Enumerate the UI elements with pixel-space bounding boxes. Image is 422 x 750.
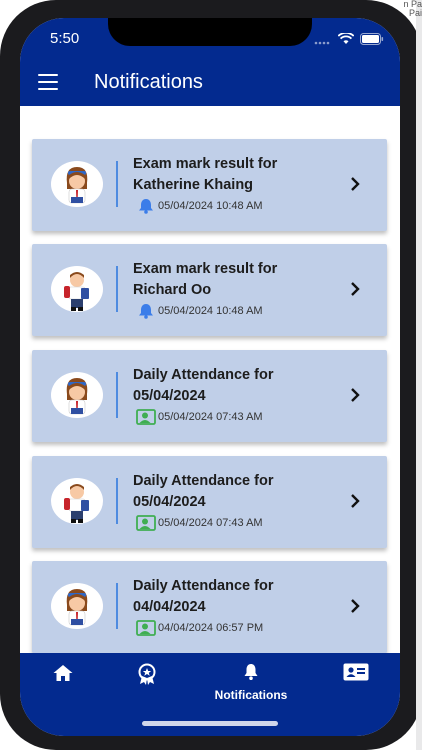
notification-title: Daily Attendance for 04/04/2024 — [133, 578, 274, 615]
notification-card[interactable]: Exam mark result for Richard Oo 05/04/20… — [32, 244, 387, 336]
contact-card-icon — [343, 663, 369, 685]
status-icons — [314, 32, 384, 50]
notification-card[interactable]: Daily Attendance for 05/04/2024 05/04/20… — [32, 350, 387, 442]
attendance-icon — [136, 409, 156, 425]
notification-card[interactable]: Daily Attendance for 04/04/2024 04/04/20… — [32, 561, 387, 653]
status-time: 5:50 — [50, 30, 80, 47]
nav-awards[interactable] — [134, 663, 160, 703]
notification-meta: 05/04/2024 10:48 AM — [136, 303, 263, 319]
boy-avatar — [51, 266, 103, 312]
card-divider — [116, 372, 118, 418]
chevron-right-icon[interactable] — [349, 492, 361, 510]
card-divider — [116, 161, 118, 207]
chevron-right-icon[interactable] — [349, 175, 361, 193]
nav-home[interactable] — [50, 663, 76, 703]
award-icon — [136, 663, 158, 689]
notch — [108, 18, 312, 46]
battery-icon — [360, 32, 384, 50]
notification-title: Daily Attendance for 05/04/2024 — [133, 473, 274, 510]
card-divider — [116, 266, 118, 312]
background-edge — [416, 0, 422, 750]
menu-button[interactable] — [38, 74, 58, 90]
notification-title: Exam mark result for Katherine Khaing — [133, 156, 278, 193]
wifi-icon — [337, 32, 355, 50]
notification-title: Daily Attendance for 05/04/2024 — [133, 367, 274, 404]
chevron-right-icon[interactable] — [349, 386, 361, 404]
notification-meta: 05/04/2024 07:43 AM — [136, 515, 263, 531]
card-divider — [116, 583, 118, 629]
app-bar: Notifications — [20, 60, 400, 106]
girl-avatar — [51, 583, 103, 629]
attendance-icon — [136, 620, 156, 636]
home-icon — [52, 665, 74, 687]
nav-notifications[interactable]: Notifications — [203, 663, 299, 703]
notification-meta: 05/04/2024 07:43 AM — [136, 409, 263, 425]
notification-datetime: 05/04/2024 10:48 AM — [158, 305, 263, 317]
notification-meta: 05/04/2024 10:48 AM — [136, 198, 263, 214]
girl-avatar — [51, 372, 103, 418]
bell-icon — [242, 664, 260, 685]
notification-datetime: 05/04/2024 07:43 AM — [158, 517, 263, 529]
signal-icon — [314, 32, 332, 50]
notification-meta: 04/04/2024 06:57 PM — [136, 620, 263, 636]
status-bar: 5:50 — [20, 18, 400, 60]
boy-avatar — [51, 478, 103, 524]
home-indicator[interactable] — [142, 721, 278, 726]
bell-icon — [136, 198, 156, 214]
notification-title: Exam mark result for Richard Oo — [133, 261, 278, 298]
phone-screen: 5:50 Notifications Exam mark result for … — [20, 18, 400, 736]
bell-icon — [136, 303, 156, 319]
nav-notifications-label: Notifications — [214, 688, 288, 702]
notification-datetime: 04/04/2024 06:57 PM — [158, 622, 264, 634]
page-title: Notifications — [94, 71, 203, 93]
girl-avatar — [51, 161, 103, 207]
card-divider — [116, 478, 118, 524]
chevron-right-icon[interactable] — [349, 597, 361, 615]
notification-datetime: 05/04/2024 10:48 AM — [158, 200, 263, 212]
nav-profile[interactable] — [342, 663, 370, 703]
bottom-navigation: Notifications — [20, 653, 400, 736]
notification-datetime: 05/04/2024 07:43 AM — [158, 411, 263, 423]
notification-list[interactable]: Exam mark result for Katherine Khaing 05… — [20, 106, 400, 653]
chevron-right-icon[interactable] — [349, 280, 361, 298]
notification-card[interactable]: Daily Attendance for 05/04/2024 05/04/20… — [32, 456, 387, 548]
attendance-icon — [136, 515, 156, 531]
notification-card[interactable]: Exam mark result for Katherine Khaing 05… — [32, 139, 387, 231]
